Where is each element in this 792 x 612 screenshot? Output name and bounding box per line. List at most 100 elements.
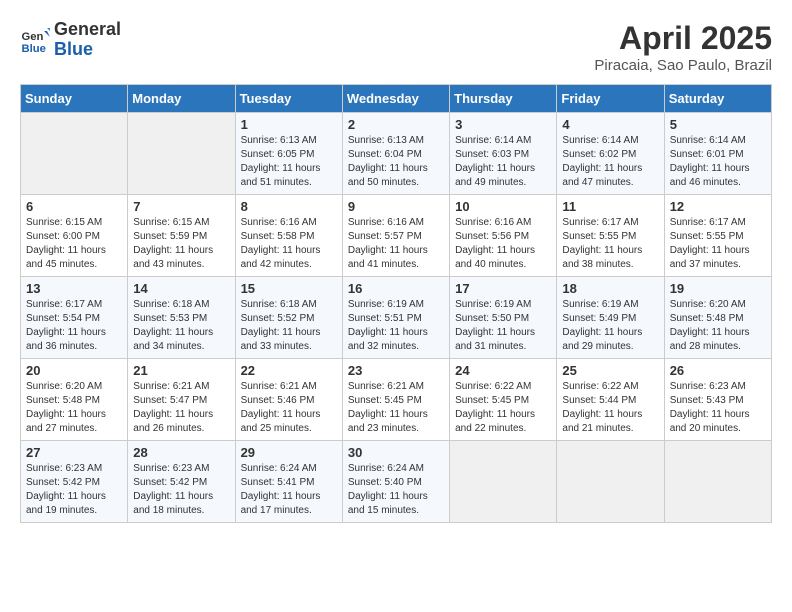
header-thursday: Thursday: [450, 85, 557, 113]
day-cell: 23 Sunrise: 6:21 AM Sunset: 5:45 PM Dayli…: [342, 359, 449, 441]
day-info: Sunrise: 6:21 AM Sunset: 5:46 PM Dayligh…: [241, 380, 337, 436]
month-title: April 2025: [594, 20, 772, 57]
day-info: Sunrise: 6:20 AM Sunset: 5:48 PM Dayligh…: [26, 380, 122, 436]
day-number: 14: [133, 281, 229, 296]
day-cell: 27 Sunrise: 6:23 AM Sunset: 5:42 PM Dayli…: [21, 441, 128, 523]
day-info: Sunrise: 6:24 AM Sunset: 5:41 PM Dayligh…: [241, 462, 337, 518]
day-info: Sunrise: 6:14 AM Sunset: 6:03 PM Dayligh…: [455, 134, 551, 190]
day-cell: [450, 441, 557, 523]
day-cell: 6 Sunrise: 6:15 AM Sunset: 6:00 PM Daylig…: [21, 195, 128, 277]
logo: Gen Blue General Blue: [20, 20, 121, 60]
day-info: Sunrise: 6:23 AM Sunset: 5:42 PM Dayligh…: [26, 462, 122, 518]
day-number: 21: [133, 363, 229, 378]
svg-text:Blue: Blue: [22, 43, 46, 55]
day-cell: 4 Sunrise: 6:14 AM Sunset: 6:02 PM Daylig…: [557, 113, 664, 195]
day-number: 4: [562, 117, 658, 132]
day-info: Sunrise: 6:15 AM Sunset: 5:59 PM Dayligh…: [133, 216, 229, 272]
day-number: 9: [348, 199, 444, 214]
day-cell: 10Sunrise: 6:16 AM Sunset: 5:56 PM Dayli…: [450, 195, 557, 277]
day-number: 6: [26, 199, 122, 214]
week-row-1: 1Sunrise: 6:13 AM Sunset: 6:05 PM Daylig…: [21, 113, 772, 195]
day-number: 20: [26, 363, 122, 378]
day-info: Sunrise: 6:16 AM Sunset: 5:56 PM Dayligh…: [455, 216, 551, 272]
day-number: 23: [348, 363, 444, 378]
day-info: Sunrise: 6:23 AM Sunset: 5:42 PM Dayligh…: [133, 462, 229, 518]
day-cell: 8 Sunrise: 6:16 AM Sunset: 5:58 PM Daylig…: [235, 195, 342, 277]
day-number: 13: [26, 281, 122, 296]
day-info: Sunrise: 6:19 AM Sunset: 5:49 PM Dayligh…: [562, 298, 658, 354]
day-cell: 29 Sunrise: 6:24 AM Sunset: 5:41 PM Dayli…: [235, 441, 342, 523]
day-number: 5: [670, 117, 766, 132]
page-header: Gen Blue General Blue April 2025 Piracai…: [20, 20, 772, 74]
day-info: Sunrise: 6:18 AM Sunset: 5:53 PM Dayligh…: [133, 298, 229, 354]
day-info: Sunrise: 6:14 AM Sunset: 6:02 PM Dayligh…: [562, 134, 658, 190]
day-cell: 30 Sunrise: 6:24 AM Sunset: 5:40 PM Dayli…: [342, 441, 449, 523]
day-number: 18: [562, 281, 658, 296]
calendar-header-row: SundayMondayTuesdayWednesdayThursdayFrid…: [21, 85, 772, 113]
day-cell: 24 Sunrise: 6:22 AM Sunset: 5:45 PM Dayli…: [450, 359, 557, 441]
day-info: Sunrise: 6:23 AM Sunset: 5:43 PM Dayligh…: [670, 380, 766, 436]
day-cell: [557, 441, 664, 523]
day-number: 7: [133, 199, 229, 214]
day-info: Sunrise: 6:16 AM Sunset: 5:58 PM Dayligh…: [241, 216, 337, 272]
day-number: 1: [241, 117, 337, 132]
day-info: Sunrise: 6:18 AM Sunset: 5:52 PM Dayligh…: [241, 298, 337, 354]
header-tuesday: Tuesday: [235, 85, 342, 113]
day-cell: 20 Sunrise: 6:20 AM Sunset: 5:48 PM Dayli…: [21, 359, 128, 441]
day-number: 30: [348, 445, 444, 460]
day-cell: 13Sunrise: 6:17 AM Sunset: 5:54 PM Dayli…: [21, 277, 128, 359]
day-info: Sunrise: 6:21 AM Sunset: 5:47 PM Dayligh…: [133, 380, 229, 436]
title-block: April 2025 Piracaia, Sao Paulo, Brazil: [594, 20, 772, 74]
day-cell: 11Sunrise: 6:17 AM Sunset: 5:55 PM Dayli…: [557, 195, 664, 277]
day-number: 17: [455, 281, 551, 296]
day-info: Sunrise: 6:24 AM Sunset: 5:40 PM Dayligh…: [348, 462, 444, 518]
day-number: 12: [670, 199, 766, 214]
day-cell: 1Sunrise: 6:13 AM Sunset: 6:05 PM Daylig…: [235, 113, 342, 195]
day-cell: [664, 441, 771, 523]
day-number: 11: [562, 199, 658, 214]
header-sunday: Sunday: [21, 85, 128, 113]
day-cell: [128, 113, 235, 195]
day-cell: 21 Sunrise: 6:21 AM Sunset: 5:47 PM Dayli…: [128, 359, 235, 441]
week-row-4: 20 Sunrise: 6:20 AM Sunset: 5:48 PM Dayli…: [21, 359, 772, 441]
logo-icon: Gen Blue: [20, 25, 50, 55]
day-info: Sunrise: 6:16 AM Sunset: 5:57 PM Dayligh…: [348, 216, 444, 272]
day-cell: 25Sunrise: 6:22 AM Sunset: 5:44 PM Dayli…: [557, 359, 664, 441]
day-info: Sunrise: 6:14 AM Sunset: 6:01 PM Dayligh…: [670, 134, 766, 190]
day-info: Sunrise: 6:19 AM Sunset: 5:51 PM Dayligh…: [348, 298, 444, 354]
day-cell: [21, 113, 128, 195]
day-cell: 18 Sunrise: 6:19 AM Sunset: 5:49 PM Dayli…: [557, 277, 664, 359]
day-info: Sunrise: 6:13 AM Sunset: 6:04 PM Dayligh…: [348, 134, 444, 190]
header-monday: Monday: [128, 85, 235, 113]
day-info: Sunrise: 6:19 AM Sunset: 5:50 PM Dayligh…: [455, 298, 551, 354]
day-cell: 5 Sunrise: 6:14 AM Sunset: 6:01 PM Daylig…: [664, 113, 771, 195]
day-cell: 17 Sunrise: 6:19 AM Sunset: 5:50 PM Dayli…: [450, 277, 557, 359]
day-number: 29: [241, 445, 337, 460]
day-cell: 22 Sunrise: 6:21 AM Sunset: 5:46 PM Dayli…: [235, 359, 342, 441]
location-subtitle: Piracaia, Sao Paulo, Brazil: [594, 57, 772, 74]
day-number: 8: [241, 199, 337, 214]
day-cell: 19 Sunrise: 6:20 AM Sunset: 5:48 PM Dayli…: [664, 277, 771, 359]
day-number: 15: [241, 281, 337, 296]
day-cell: 2Sunrise: 6:13 AM Sunset: 6:04 PM Daylig…: [342, 113, 449, 195]
day-cell: 9 Sunrise: 6:16 AM Sunset: 5:57 PM Daylig…: [342, 195, 449, 277]
day-number: 26: [670, 363, 766, 378]
day-info: Sunrise: 6:21 AM Sunset: 5:45 PM Dayligh…: [348, 380, 444, 436]
week-row-5: 27 Sunrise: 6:23 AM Sunset: 5:42 PM Dayli…: [21, 441, 772, 523]
day-number: 22: [241, 363, 337, 378]
day-info: Sunrise: 6:17 AM Sunset: 5:55 PM Dayligh…: [670, 216, 766, 272]
day-info: Sunrise: 6:22 AM Sunset: 5:45 PM Dayligh…: [455, 380, 551, 436]
day-number: 27: [26, 445, 122, 460]
day-cell: 15 Sunrise: 6:18 AM Sunset: 5:52 PM Dayli…: [235, 277, 342, 359]
day-info: Sunrise: 6:15 AM Sunset: 6:00 PM Dayligh…: [26, 216, 122, 272]
day-number: 3: [455, 117, 551, 132]
day-number: 16: [348, 281, 444, 296]
day-info: Sunrise: 6:22 AM Sunset: 5:44 PM Dayligh…: [562, 380, 658, 436]
day-number: 24: [455, 363, 551, 378]
day-cell: 26 Sunrise: 6:23 AM Sunset: 5:43 PM Dayli…: [664, 359, 771, 441]
day-info: Sunrise: 6:20 AM Sunset: 5:48 PM Dayligh…: [670, 298, 766, 354]
week-row-3: 13Sunrise: 6:17 AM Sunset: 5:54 PM Dayli…: [21, 277, 772, 359]
day-number: 19: [670, 281, 766, 296]
header-friday: Friday: [557, 85, 664, 113]
day-cell: 3 Sunrise: 6:14 AM Sunset: 6:03 PM Daylig…: [450, 113, 557, 195]
